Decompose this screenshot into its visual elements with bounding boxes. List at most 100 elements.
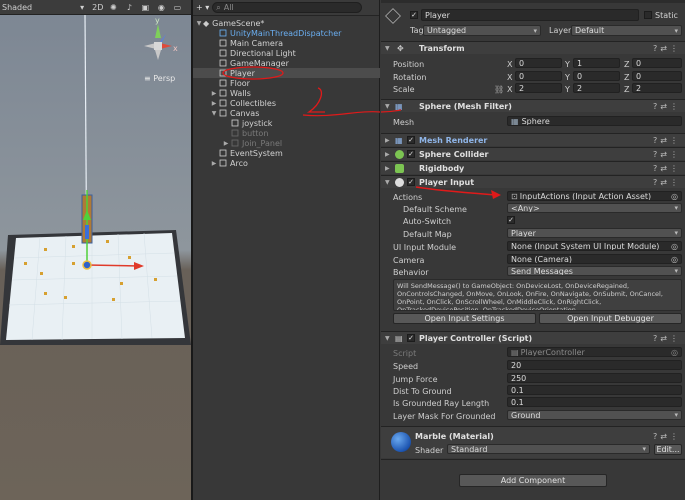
component-menu-icons[interactable]: ?⇄⋮ [653, 136, 681, 145]
player-controller-header[interactable]: ▼ ▤ ✓ Player Controller (Script) ?⇄⋮ [381, 331, 685, 344]
transform-header[interactable]: ▼ ✥ Transform ?⇄⋮ [381, 41, 685, 54]
gameobject-cube-icon [219, 149, 227, 157]
gizmo-x-label: x [173, 44, 178, 53]
object-picker-icon[interactable]: ◎ [671, 192, 678, 200]
speed-field[interactable]: 20 [507, 360, 682, 370]
input-asset-icon: ⊡ [511, 191, 518, 201]
behavior-dropdown[interactable]: Send Messages [507, 266, 682, 276]
speed-label: Speed [393, 362, 419, 371]
expand-arrow-icon[interactable]: ▶ [222, 140, 230, 147]
object-name-field[interactable]: Player [421, 9, 639, 21]
ui-input-module-value: None (Input System UI Input Module) [511, 241, 660, 251]
hierarchy-item-label: Arco [230, 158, 248, 168]
grounded-ray-length-label: Is Grounded Ray Length [393, 399, 490, 408]
position-y-field[interactable]: 1 [573, 58, 620, 68]
component-menu-icons[interactable]: ?⇄⋮ [653, 44, 681, 53]
hierarchy-item[interactable]: EventSystem [193, 148, 380, 158]
component-menu-icons[interactable]: ?⇄⋮ [653, 178, 681, 187]
fold-arrow-icon[interactable]: ▼ [385, 45, 390, 52]
orientation-gizmo[interactable]: y x [138, 16, 178, 68]
scale-z-field[interactable]: 2 [632, 83, 682, 93]
2d-toggle[interactable]: 2D [92, 3, 103, 12]
script-file-icon: ▤ [511, 347, 519, 357]
annotation-number-2 [306, 87, 325, 113]
position-x-field[interactable]: 0 [515, 58, 562, 68]
actions-field[interactable]: ⊡ InputActions (Input Action Asset) ◎ [507, 191, 682, 201]
scale-label: Scale [393, 85, 415, 94]
default-map-dropdown[interactable]: Player [507, 228, 682, 238]
annotation-arrow [381, 109, 501, 199]
script-field: ▤ PlayerController ◎ [507, 347, 682, 357]
material-section[interactable]: Marble (Material) ?⇄⋮ Shader Standard Ed… [381, 426, 685, 458]
shader-dropdown[interactable]: Standard [447, 444, 650, 454]
component-title: Transform [419, 43, 465, 53]
scene-camera-icon[interactable]: ▭ [171, 2, 183, 13]
scale-y-field[interactable]: 2 [573, 83, 620, 93]
scale-x-field[interactable]: 2 [515, 83, 562, 93]
layer-dropdown[interactable]: Default [571, 25, 682, 36]
gameobject-cube-icon [231, 129, 239, 137]
script-icon: ▤ [395, 333, 403, 343]
rotation-y-field[interactable]: 0 [573, 71, 620, 81]
actions-value: InputActions (Input Action Asset) [519, 191, 652, 201]
default-scheme-label: Default Scheme [403, 205, 467, 214]
component-menu-icons[interactable]: ?⇄⋮ [653, 334, 681, 343]
shading-arrow-icon[interactable]: ▾ [80, 3, 84, 12]
active-checkbox[interactable]: ✓ [410, 11, 418, 19]
scene-canvas[interactable] [0, 15, 191, 500]
open-input-debugger-button[interactable]: Open Input Debugger [539, 313, 682, 324]
jump-force-field[interactable]: 250 [507, 373, 682, 383]
annotation-circle [222, 66, 284, 80]
component-menu-icons[interactable]: ?⇄⋮ [653, 102, 681, 111]
ui-input-module-field[interactable]: None (Input System UI Input Module) ◎ [507, 241, 682, 251]
inspector-panel: ✓ Player Static Tag Untagged Layer Defau… [381, 0, 685, 500]
mesh-field[interactable]: ▦ Sphere [507, 116, 682, 126]
hierarchy-item[interactable]: ▶ Arco [193, 158, 380, 168]
light-icon[interactable]: ✺ [107, 2, 119, 13]
hidden-objects-icon[interactable]: ◉ [155, 2, 167, 13]
x-label: X [507, 73, 513, 82]
effects-icon[interactable]: ▣ [139, 2, 151, 13]
player-sphere [82, 260, 92, 270]
component-menu-icons[interactable]: ?⇄⋮ [653, 150, 681, 159]
hierarchy-item[interactable]: ▶ Join_Panel [193, 138, 380, 148]
z-label: Z [624, 73, 630, 82]
fold-arrow-icon[interactable]: ▼ [385, 335, 390, 342]
camera-value: None (Camera) [511, 254, 573, 264]
y-label: Y [565, 85, 570, 94]
persp-label[interactable]: ≡ Persp [144, 74, 175, 83]
behavior-label: Behavior [393, 268, 429, 277]
grounded-ray-length-field[interactable]: 0.1 [507, 397, 682, 407]
link-scale-icon[interactable]: ⛓ [494, 85, 504, 94]
open-input-settings-button[interactable]: Open Input Settings [393, 313, 536, 324]
shader-label: Shader [415, 446, 444, 455]
gizmo-x-axis [86, 264, 141, 267]
object-picker-icon[interactable]: ◎ [671, 242, 678, 250]
shading-dropdown[interactable]: Shaded [2, 3, 32, 12]
default-scheme-dropdown[interactable]: <Any> [507, 203, 682, 213]
add-component-button[interactable]: Add Component [459, 474, 607, 487]
audio-icon[interactable]: ♪ [123, 2, 135, 13]
component-menu-icons[interactable]: ?⇄⋮ [653, 432, 681, 441]
material-preview-sphere [391, 432, 411, 452]
position-z-field[interactable]: 0 [632, 58, 682, 68]
edit-shader-button[interactable]: Edit... [654, 444, 682, 455]
component-menu-icons[interactable]: ?⇄⋮ [653, 164, 681, 173]
camera-field[interactable]: None (Camera) ◎ [507, 254, 682, 264]
static-checkbox[interactable] [644, 11, 652, 19]
enabled-checkbox[interactable]: ✓ [407, 334, 415, 342]
hierarchy-panel: + ▾ ⌕ All ▼ ◆ GameScene* UnityMainThread… [193, 0, 380, 500]
rotation-z-field[interactable]: 0 [632, 71, 682, 81]
dist-to-ground-field[interactable]: 0.1 [507, 385, 682, 395]
scene-view[interactable]: Shaded ▾ 2D ✺ ♪ ▣ ◉ ▭ y x ≡ Persp [0, 0, 191, 500]
floor-plane [6, 233, 185, 340]
rotation-x-field[interactable]: 0 [515, 71, 562, 81]
script-label: Script [393, 349, 417, 358]
object-picker-icon[interactable]: ◎ [671, 255, 678, 263]
auto-switch-checkbox[interactable]: ✓ [507, 216, 515, 224]
layer-mask-dropdown[interactable]: Ground [507, 410, 682, 420]
expand-arrow-icon[interactable]: ▶ [210, 160, 218, 167]
tag-dropdown[interactable]: Untagged [423, 25, 541, 36]
layer-label: Layer [549, 26, 572, 35]
x-label: X [507, 85, 513, 94]
